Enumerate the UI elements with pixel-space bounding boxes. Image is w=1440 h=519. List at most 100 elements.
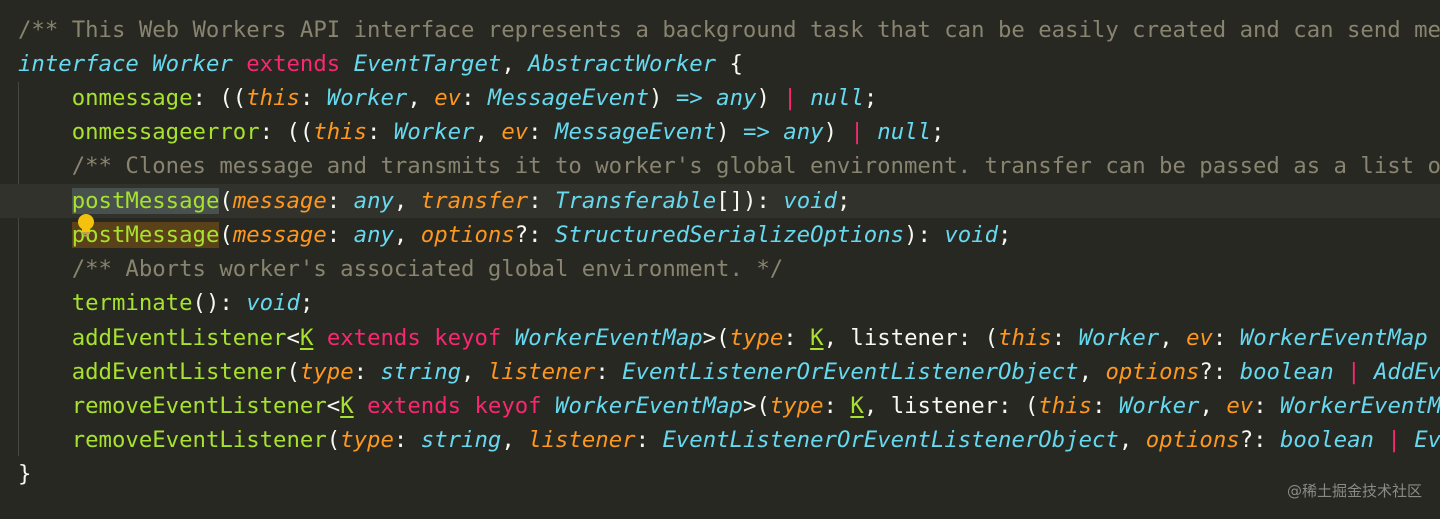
code-token-punct: ; — [836, 188, 851, 214]
code-token-punct: : — [461, 85, 488, 111]
code-line-9[interactable]: terminate(): void; — [18, 286, 314, 320]
code-token-punct — [18, 325, 72, 351]
code-token-type: null — [810, 85, 864, 111]
code-token-param: this — [246, 85, 300, 111]
code-token-type: EventListenerOrEventListenerObject — [662, 427, 1119, 453]
code-line-2[interactable]: interface Worker extends EventTarget, Ab… — [18, 47, 743, 81]
code-token-punct: >( — [702, 325, 730, 351]
code-token-type: AbstractWorker — [528, 51, 717, 77]
code-token-type: string — [380, 359, 462, 385]
lightbulb-icon[interactable] — [20, 186, 94, 237]
code-token-type: any — [353, 188, 394, 214]
code-token-punct: : — [299, 85, 327, 111]
code-token-member: terminate — [71, 290, 193, 316]
code-token-punct — [313, 325, 326, 351]
code-token-punct: , — [501, 51, 529, 77]
code-token-member: addEventListener — [71, 325, 287, 351]
code-token-type: Worker — [1118, 393, 1200, 419]
code-token-type: null — [877, 119, 931, 145]
code-token-type: EventListenerOrEventListenerObject — [622, 359, 1079, 385]
code-token-punct — [864, 119, 877, 145]
code-token-tparam: K — [810, 325, 824, 351]
code-line-13[interactable]: removeEventListener(type: string, listen… — [18, 423, 1440, 457]
code-token-punct: : — [393, 427, 421, 453]
code-line-5[interactable]: /** Clones message and transmits it to w… — [18, 149, 1440, 183]
code-line-3[interactable]: onmessage: ((this: Worker, ev: MessageEv… — [18, 81, 878, 115]
code-token-type: WorkerEventMap — [1239, 325, 1428, 351]
code-line-8[interactable]: /** Aborts worker's associated global en… — [18, 252, 783, 286]
code-token-type: Transferable — [555, 188, 717, 214]
code-token-type: void — [783, 188, 837, 214]
code-token-param: message — [232, 222, 327, 248]
code-token-punct — [18, 85, 72, 111]
code-line-10[interactable]: addEventListener<K extends keyof WorkerE… — [18, 321, 1428, 355]
code-token-storage: => — [675, 85, 703, 111]
code-token-type: MessageEvent — [555, 119, 717, 145]
code-token-type: Worker — [1078, 325, 1160, 351]
code-token-punct: ) — [756, 85, 784, 111]
code-token-punct: , — [1199, 393, 1227, 419]
code-token-punct — [340, 51, 353, 77]
code-token-storage: interface — [18, 51, 153, 77]
code-token-punct: , listener: ( — [863, 393, 1039, 419]
code-token-param: this — [313, 119, 368, 145]
code-token-comment: /** This Web Workers API interface repre… — [18, 17, 1440, 43]
code-line-11[interactable]: addEventListener(type: string, listener:… — [18, 355, 1440, 389]
code-token-punct: < — [326, 393, 341, 419]
code-line-4[interactable]: onmessageerror: ((this: Worker, ev: Mess… — [18, 115, 945, 149]
code-line-12[interactable]: removeEventListener<K extends keyof Work… — [18, 389, 1440, 423]
code-token-punct: ?: — [1239, 427, 1280, 453]
code-token-member: postMessage — [71, 188, 220, 214]
code-token-punct: , — [461, 359, 488, 385]
code-token-punct: : — [595, 359, 623, 385]
code-line-14[interactable]: } — [18, 457, 31, 491]
code-token-keyword: extends — [367, 393, 462, 419]
code-token-type: void — [246, 290, 300, 316]
code-token-op: | — [1347, 359, 1361, 385]
code-token-punct — [18, 427, 72, 453]
code-token-punct: : — [1092, 393, 1119, 419]
code-token-punct — [354, 393, 367, 419]
code-line-6-current[interactable]: postMessage(message: any, transfer: Tran… — [0, 184, 1440, 218]
code-token-punct — [501, 325, 514, 351]
code-token-punct: ( — [326, 427, 341, 453]
code-token-punct — [542, 393, 555, 419]
code-token-keyword: extends — [246, 51, 341, 77]
code-token-punct: ) — [823, 119, 851, 145]
code-token-param: options — [1105, 359, 1200, 385]
code-token-punct: >( — [742, 393, 770, 419]
code-token-type: MessageEvent — [487, 85, 650, 111]
code-editor[interactable]: /** This Web Workers API interface repre… — [0, 0, 1440, 519]
code-token-param: ev — [1186, 325, 1213, 351]
code-token-type: Worker — [326, 85, 408, 111]
code-token-param: this — [998, 325, 1052, 351]
code-token-punct: : — [353, 359, 381, 385]
code-token-type: WorkerEventMap — [514, 325, 703, 351]
code-token-punct: ; — [299, 290, 314, 316]
code-token-punct: ( — [219, 222, 233, 248]
code-token-member: removeEventListener — [71, 393, 327, 419]
code-line-1[interactable]: /** This Web Workers API interface repre… — [18, 13, 1440, 47]
code-token-punct: { — [716, 51, 743, 77]
code-token-punct — [233, 51, 246, 77]
code-token-param: ev — [1226, 393, 1254, 419]
code-token-param: options — [420, 222, 515, 248]
code-token-tparam: K — [340, 393, 354, 419]
code-token-type: void — [944, 222, 999, 248]
code-token-punct — [1361, 359, 1374, 385]
code-token-punct — [18, 359, 72, 385]
code-token-punct: ?: — [1199, 359, 1240, 385]
code-token-type: StructuredSerializeOptions — [555, 222, 905, 248]
code-token-punct: : — [528, 119, 556, 145]
code-token-punct — [770, 119, 783, 145]
code-token-param: type — [769, 393, 824, 419]
code-token-punct — [18, 153, 72, 179]
code-token-param: options — [1145, 427, 1240, 453]
code-token-punct: , — [1159, 325, 1187, 351]
code-token-punct: , listener: ( — [823, 325, 999, 351]
code-token-param: ev — [434, 85, 462, 111]
code-token-punct: } — [18, 461, 32, 487]
code-token-punct: , — [501, 427, 529, 453]
code-token-type: Worker — [152, 51, 233, 77]
code-line-7[interactable]: postMessage(message: any, options?: Stru… — [18, 218, 1011, 252]
